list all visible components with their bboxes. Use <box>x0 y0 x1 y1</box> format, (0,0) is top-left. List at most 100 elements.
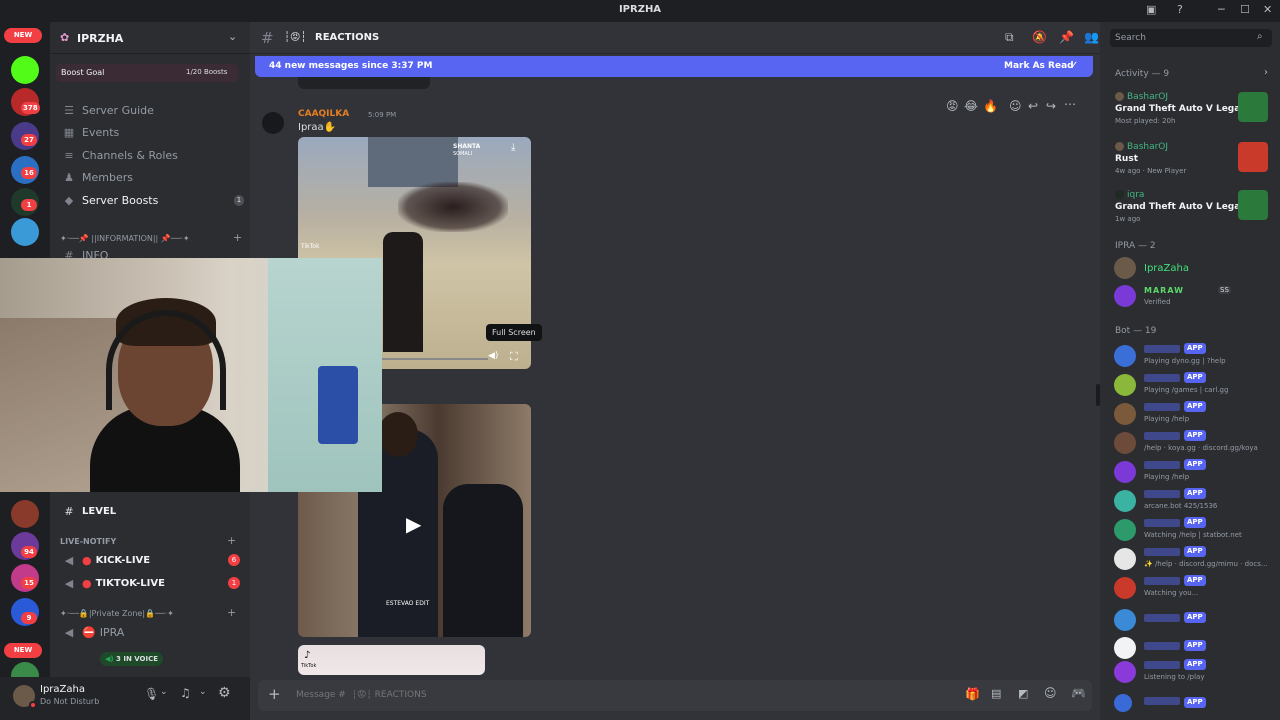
member-name <box>1144 403 1180 411</box>
close-icon[interactable]: ✕ <box>1263 3 1272 16</box>
avatar <box>1114 345 1136 367</box>
member-item[interactable]: APP arcane.bot 425/1536 <box>1114 487 1274 515</box>
volume-icon[interactable]: ◀) <box>488 351 498 361</box>
video-caption: TikTok <box>301 243 320 250</box>
gif-icon[interactable]: ▤ <box>991 687 1001 700</box>
reply-icon[interactable]: ↩ <box>1028 99 1038 113</box>
channel-level[interactable]: # LEVEL <box>60 500 244 522</box>
search-input[interactable]: Search ⌕ <box>1110 29 1272 47</box>
channel-ipra-voice[interactable]: ◀ ⛔ IPRA <box>60 621 244 643</box>
server-header[interactable]: ✿ IPRZHA ⌄ <box>50 22 250 54</box>
activity-card[interactable]: iqra Grand Theft Auto V Legacy 1w ago <box>1115 190 1275 236</box>
help-icon[interactable]: ? <box>1177 3 1183 16</box>
video-progress[interactable] <box>378 358 488 360</box>
member-item[interactable]: IpraZaha <box>1114 257 1274 279</box>
activity-meta: Most played: 20h <box>1115 117 1176 125</box>
category-private-zone[interactable]: ✦·──🔒|Private Zone|🔒──·✦ <box>60 609 244 618</box>
maximize-icon[interactable]: ☐ <box>1240 3 1250 16</box>
calendar-icon: ▦ <box>63 125 75 139</box>
member-item[interactable]: APP Playing /help <box>1114 400 1274 428</box>
server-icon[interactable] <box>11 218 39 246</box>
microphone-icon[interactable]: 🎙 <box>144 687 159 701</box>
new-badge[interactable]: NEW <box>4 643 42 658</box>
member-status: Playing dyno.gg | ?help <box>1144 357 1226 365</box>
minimize-icon[interactable]: ─ <box>1218 3 1225 16</box>
boost-goal[interactable]: Boost Goal 1/20 Boosts <box>56 64 238 82</box>
more-icon[interactable]: ⋯ <box>1064 97 1076 111</box>
nav-server-boosts[interactable]: ◆ Server Boosts 1 <box>60 189 244 211</box>
member-list-icon[interactable]: 👥 <box>1084 30 1099 44</box>
forward-icon[interactable]: ↪ <box>1046 99 1056 113</box>
member-item[interactable]: APP ✨ /help · discord.gg/mimu · docs... <box>1114 545 1274 573</box>
nav-members[interactable]: ♟ Members <box>60 166 244 188</box>
member-item[interactable]: MARAW SS Verified <box>1114 285 1274 309</box>
nav-server-guide[interactable]: ☰ Server Guide <box>60 99 244 121</box>
gift-icon[interactable]: 🎁 <box>965 687 980 701</box>
add-reaction-icon[interactable]: ☺ <box>1009 99 1022 113</box>
bell-muted-icon[interactable]: 🔕 <box>1032 30 1047 44</box>
channel-tiktok-live[interactable]: ◀ ● TIKTOK-LIVE 1 <box>60 572 244 594</box>
nav-channels-roles[interactable]: ≡ Channels & Roles <box>60 144 244 166</box>
member-item[interactable]: APP <box>1114 606 1274 634</box>
play-icon[interactable]: ▶ <box>406 512 421 536</box>
member-item[interactable]: APP Listening to /play <box>1114 658 1274 686</box>
video-player[interactable]: ♪ TikTok <box>298 645 485 675</box>
emoji-icon[interactable]: ☺ <box>1044 686 1057 700</box>
member-item[interactable]: APP Playing /help <box>1114 458 1274 486</box>
gear-icon[interactable]: ⚙ <box>218 685 231 701</box>
add-channel-icon[interactable]: + <box>233 231 242 244</box>
server-icon[interactable] <box>11 500 39 528</box>
fullscreen-icon[interactable]: ⛶ <box>510 350 518 364</box>
member-item[interactable]: APP Playing dyno.gg | ?help <box>1114 342 1274 370</box>
sticker-icon[interactable]: ◩ <box>1018 687 1028 700</box>
activity-user: iqra <box>1127 190 1145 200</box>
member-item[interactable]: APP <box>1114 691 1274 712</box>
activity-user: BasharOJ <box>1127 92 1169 102</box>
nav-events[interactable]: ▦ Events <box>60 121 244 143</box>
activity-card[interactable]: BasharOJ Grand Theft Auto V Legacy Most … <box>1115 92 1275 138</box>
member-item[interactable]: APP Watching you... <box>1114 574 1274 602</box>
headphones-icon[interactable]: ♫ <box>180 686 191 700</box>
previous-video[interactable] <box>298 77 430 89</box>
member-status: Playing /help <box>1144 415 1190 423</box>
activity-game: Grand Theft Auto V Legacy <box>1115 104 1252 114</box>
message-input[interactable] <box>296 686 796 704</box>
category-live-notify[interactable]: LIVE-NOTIFY <box>60 537 244 546</box>
inbox-icon[interactable]: ▣ <box>1146 3 1156 16</box>
member-item[interactable]: APP/help · koya.gg · discord.gg/koya <box>1114 429 1274 457</box>
video-figure-head <box>378 412 418 457</box>
mark-as-read-button[interactable]: Mark As Read <box>1004 61 1074 71</box>
download-icon[interactable]: ⤓ <box>511 142 515 153</box>
reaction-angry-icon[interactable]: 😡 <box>946 99 959 113</box>
unread-badge: 1 <box>228 577 240 589</box>
member-item[interactable]: APP Watching /help | statbot.net <box>1114 516 1274 544</box>
chevron-down-icon[interactable]: ⌄ <box>160 687 168 697</box>
pin-icon[interactable]: 📌 <box>1059 30 1074 44</box>
category-information[interactable]: ✦·──📌 ||INFORMATION|| 📌──·✦ <box>60 234 244 243</box>
chevron-right-icon[interactable]: › <box>1264 67 1268 78</box>
voice-indicator[interactable]: ◀) 3 IN VOICE <box>100 652 164 666</box>
avatar <box>1114 637 1136 659</box>
server-kick[interactable] <box>11 56 39 84</box>
member-item[interactable]: APP Playing /games | carl.gg <box>1114 371 1274 399</box>
channel-kick-live[interactable]: ◀ ● KICK-LIVE 6 <box>60 549 244 571</box>
threads-icon[interactable]: ⧉ <box>1005 30 1014 45</box>
chevron-down-icon[interactable]: ⌄ <box>199 687 207 697</box>
reaction-laugh-icon[interactable]: 😂 <box>964 99 978 113</box>
app-tag: APP <box>1184 546 1206 557</box>
apps-icon[interactable]: 🎮 <box>1071 686 1086 700</box>
activity-card[interactable]: BasharOJ Rust 4w ago · New Player <box>1115 142 1275 188</box>
new-messages-bar[interactable]: 44 new messages since 3:37 PM Mark As Re… <box>255 56 1093 77</box>
game-thumbnail <box>1238 92 1268 122</box>
mention-badge: 1 <box>21 199 37 211</box>
add-channel-icon[interactable]: + <box>227 606 236 619</box>
app-tag: APP <box>1184 459 1206 470</box>
role-header: Bot — 19 <box>1115 326 1157 336</box>
new-badge[interactable]: NEW <box>4 28 42 43</box>
channel-label: IPRA <box>99 625 125 639</box>
reaction-fire-icon[interactable]: 🔥 <box>983 99 998 113</box>
author-avatar[interactable] <box>262 112 284 134</box>
add-attachment-icon[interactable]: + <box>268 685 281 703</box>
add-channel-icon[interactable]: + <box>227 534 236 547</box>
author-name[interactable]: CAAQILKA <box>298 109 349 119</box>
